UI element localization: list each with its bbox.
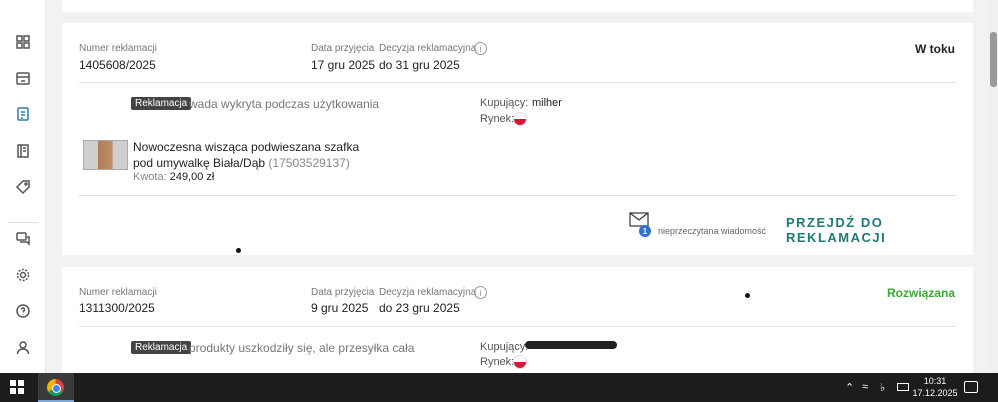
buyer-name: milher xyxy=(532,97,562,109)
redacted-buyer-name xyxy=(525,341,617,349)
info-icon[interactable]: i xyxy=(474,42,487,55)
chrome-taskbar-button[interactable] xyxy=(38,373,74,402)
received-date-label: Data przyjęcia xyxy=(311,287,375,298)
scrollbar-thumb[interactable] xyxy=(990,32,997,87)
claim-reason: produkty uszkodziły się, ale przesyłka c… xyxy=(189,341,415,355)
store-icon[interactable] xyxy=(13,68,33,88)
poland-flag-icon xyxy=(513,112,527,126)
scrollbar[interactable] xyxy=(989,0,998,373)
claim-type-badge: Reklamacja xyxy=(131,97,192,110)
amount-label: Kwota: xyxy=(133,171,167,183)
claim-number-label: Numer reklamacji xyxy=(79,43,157,54)
sidebar-divider xyxy=(8,222,38,223)
tag-icon[interactable] xyxy=(13,177,33,197)
divider xyxy=(79,326,956,327)
system-clock[interactable]: 10:31 17.12.2025 xyxy=(911,375,959,399)
battery-icon[interactable] xyxy=(897,383,909,391)
taskbar: ⌃ ≈ ♭ 10:31 17.12.2025 xyxy=(0,373,998,402)
received-date: 17 gru 2025 xyxy=(311,58,376,72)
received-date-label: Data przyjęcia xyxy=(311,43,375,54)
claim-card: Numer reklamacji 1311300/2025 Data przyj… xyxy=(62,267,973,373)
claim-number-label: Numer reklamacji xyxy=(79,287,157,298)
chrome-icon xyxy=(47,379,64,396)
info-icon[interactable]: i xyxy=(474,286,487,299)
decision-date-label: Decyzja reklamacyjna xyxy=(379,287,477,298)
messages-icon[interactable] xyxy=(13,229,33,249)
status-label: W toku xyxy=(915,42,955,56)
poland-flag-icon xyxy=(513,355,527,369)
decision-date: do 31 gru 2025 xyxy=(379,58,460,72)
clock-time: 10:31 xyxy=(923,376,947,386)
cursor-dot xyxy=(236,248,241,253)
claims-icon[interactable] xyxy=(13,104,33,124)
product-id: (17503529137) xyxy=(268,156,350,170)
cursor-dot xyxy=(745,293,750,298)
claim-card: Numer reklamacji 1405608/2025 Data przyj… xyxy=(62,23,973,255)
network-icon[interactable]: ≈ xyxy=(862,381,868,393)
unread-message-text: nieprzeczytana wiadomość xyxy=(658,226,767,236)
received-date: 9 gru 2025 xyxy=(311,301,369,315)
claim-reason: wada wykryta podczas użytkowania xyxy=(189,97,380,111)
orders-icon[interactable] xyxy=(13,141,33,161)
amount-row: Kwota: 249,00 zł xyxy=(133,171,214,183)
previous-claim-card xyxy=(62,0,973,12)
decision-date-label: Decyzja reklamacyjna xyxy=(379,43,477,54)
unread-count-badge: 1 xyxy=(639,225,651,237)
amount-value: 249,00 zł xyxy=(169,171,215,183)
user-icon[interactable] xyxy=(13,338,33,358)
buyer-label: Kupujący: xyxy=(480,341,529,353)
help-icon[interactable] xyxy=(13,301,33,321)
market-label: Rynek: xyxy=(480,113,515,125)
app-window: Numer reklamacji 1405608/2025 Data przyj… xyxy=(0,0,998,373)
claim-type-badge: Reklamacja xyxy=(131,341,192,354)
clock-date: 17.12.2025 xyxy=(912,388,958,398)
settings-icon[interactable] xyxy=(13,265,33,285)
windows-start-icon[interactable] xyxy=(10,380,24,394)
notifications-icon[interactable] xyxy=(964,381,978,393)
volume-muted-icon[interactable]: ♭ xyxy=(880,381,885,394)
market-label: Rynek: xyxy=(480,356,515,368)
go-to-claim-button[interactable]: PRZEJDŹ DO REKLAMACJI xyxy=(786,215,973,245)
buyer-label: Kupujący: xyxy=(480,97,529,109)
chevron-up-icon[interactable]: ⌃ xyxy=(845,381,854,394)
product-image[interactable] xyxy=(83,140,128,170)
claim-number: 1311300/2025 xyxy=(79,301,155,315)
product-name[interactable]: Nowoczesna wisząca podwieszana szafka po… xyxy=(133,139,368,171)
status-label: Rozwiązana xyxy=(886,286,955,300)
divider xyxy=(79,82,956,83)
claim-number: 1405608/2025 xyxy=(79,58,156,72)
sidebar xyxy=(0,0,46,373)
divider xyxy=(79,195,956,196)
dashboard-icon[interactable] xyxy=(13,32,33,52)
decision-date: do 23 gru 2025 xyxy=(379,301,460,315)
